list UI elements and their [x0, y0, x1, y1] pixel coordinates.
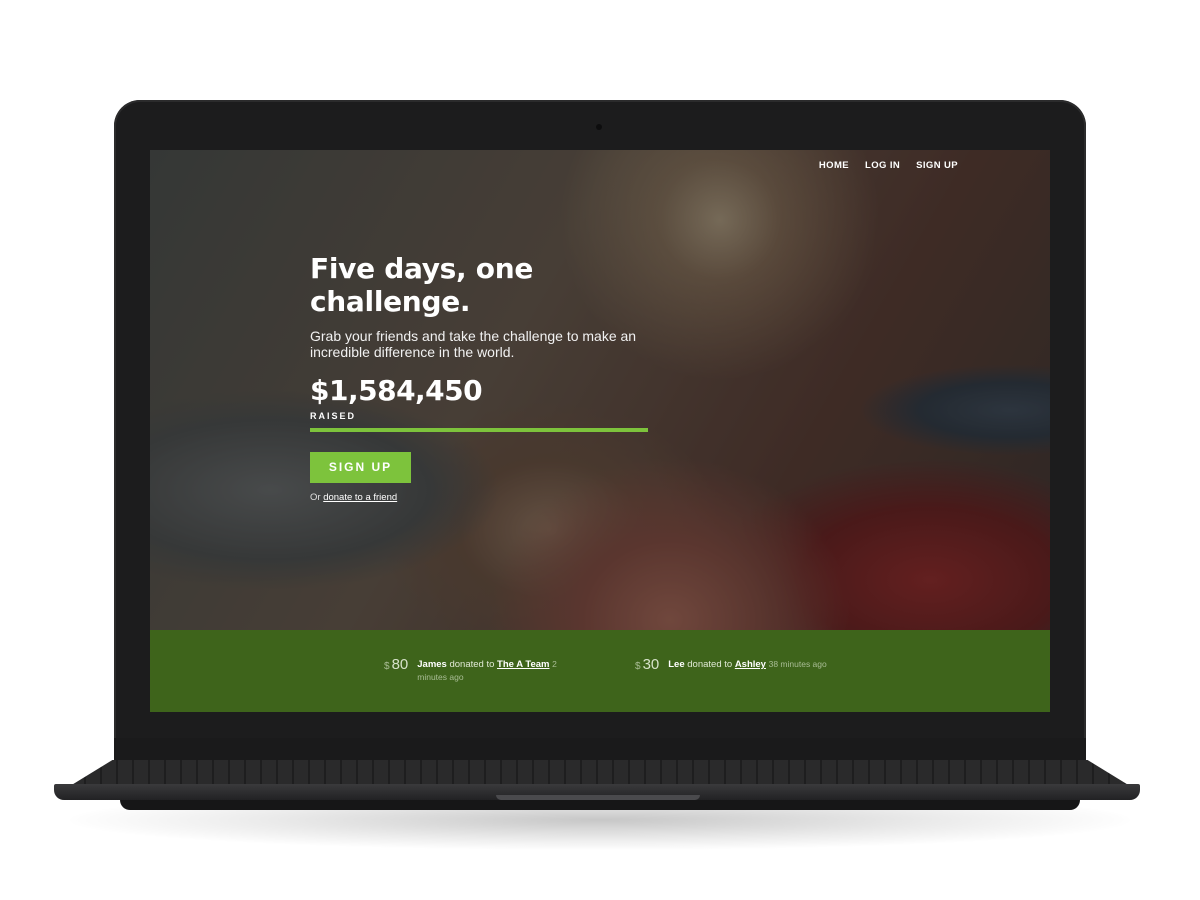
nav-home-link[interactable]: HOME: [819, 160, 849, 171]
fundraising-progress-bar: [310, 428, 648, 432]
donation-verb: donated to: [449, 659, 495, 670]
laptop-feet: [120, 800, 1080, 810]
recipient-link[interactable]: Ashley: [735, 659, 766, 670]
donation-value: 80: [391, 656, 409, 673]
donation-value: 30: [642, 656, 660, 673]
currency-symbol: $: [635, 661, 641, 672]
donation-amount: $ 80: [384, 656, 408, 673]
currency-symbol: $: [384, 661, 390, 672]
amount-raised: $1,584,450: [310, 374, 483, 407]
donation-item: $ 30 Lee donated to Ashley 38 minutes ag…: [635, 656, 827, 673]
hero-headline: Five days, one challenge.: [310, 252, 534, 318]
donation-amount: $ 30: [635, 656, 659, 673]
amount-raised-label: RAISED: [310, 411, 357, 421]
hero-subtext: Grab your friends and take the challenge…: [310, 328, 637, 360]
donation-item: $ 80 James donated to The A Team 2 minut…: [384, 656, 567, 684]
recipient-link[interactable]: The A Team: [497, 659, 549, 670]
donation-time: 38 minutes ago: [768, 659, 827, 669]
signup-button[interactable]: SIGN UP: [310, 452, 411, 483]
stage: HOME LOG IN SIGN UP Five days, one chall…: [0, 0, 1200, 900]
donor-name: Lee: [668, 659, 685, 670]
donate-to-friend-link[interactable]: donate to a friend: [323, 492, 397, 503]
laptop-hinge: [114, 738, 1086, 762]
donation-message: Lee donated to Ashley 38 minutes ago: [668, 658, 826, 671]
alt-prefix: Or: [310, 492, 321, 503]
hero-content: Five days, one challenge. Grab your frie…: [310, 252, 670, 503]
camera-icon: [596, 124, 602, 130]
donor-name: James: [417, 659, 447, 670]
laptop-notch: [496, 795, 700, 800]
laptop-keyboard: [70, 760, 1130, 786]
donate-alt-line: Or donate to a friend: [310, 492, 670, 503]
top-nav: HOME LOG IN SIGN UP: [819, 160, 958, 171]
laptop-screen: HOME LOG IN SIGN UP Five days, one chall…: [150, 150, 1050, 712]
donation-message: James donated to The A Team 2 minutes ag…: [417, 658, 567, 684]
donation-feed: $ 80 James donated to The A Team 2 minut…: [150, 630, 1050, 712]
donation-verb: donated to: [687, 659, 733, 670]
nav-login-link[interactable]: LOG IN: [865, 160, 900, 171]
nav-signup-link[interactable]: SIGN UP: [916, 160, 958, 171]
progress-fill: [310, 428, 648, 432]
